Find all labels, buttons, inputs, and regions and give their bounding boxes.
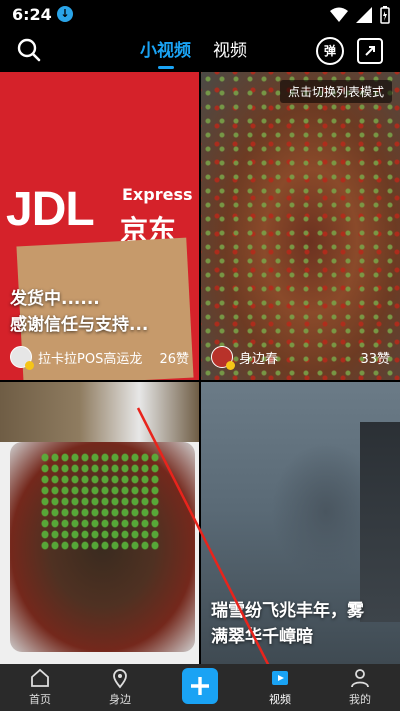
home-icon [31, 668, 49, 687]
card-title-line: 满翠华千嶂暗 [211, 627, 313, 647]
search-icon[interactable] [16, 37, 42, 63]
like-count: 26赞 [159, 351, 189, 367]
tab-video[interactable]: 视频 [213, 36, 247, 67]
nav-home[interactable]: 首页 [0, 664, 80, 711]
video-icon [272, 671, 288, 685]
dish-top [0, 382, 199, 442]
video-card[interactable]: 瑞雪纷飞兆丰年，雾 满翠华千嶂暗 [201, 382, 400, 664]
avatar[interactable] [211, 346, 235, 370]
tab-bar: 小视频 视频 [140, 36, 247, 69]
food-texture [201, 72, 400, 380]
card-title-line: 瑞雪纷飞兆丰年，雾 [211, 601, 364, 621]
nav-nearby[interactable]: 身边 [80, 664, 160, 711]
brand-express-text: Express [122, 185, 193, 204]
avatar[interactable] [10, 346, 34, 370]
author-name[interactable]: 拉卡拉POS高运龙 [38, 348, 153, 367]
nav-label: 视频 [269, 693, 291, 706]
bottom-nav: 首页 身边 视频 我的 [0, 664, 400, 711]
video-card[interactable] [0, 382, 199, 664]
author-name[interactable]: 身边春 [239, 348, 354, 367]
plus-icon [191, 677, 209, 695]
nav-profile[interactable]: 我的 [320, 664, 400, 711]
nav-publish[interactable] [160, 664, 240, 711]
nav-label: 首页 [29, 693, 51, 706]
card-meta: 拉卡拉POS高运龙 26赞 [10, 346, 189, 370]
food-texture [40, 452, 160, 552]
status-bar: 6:24 ↓ [0, 0, 400, 30]
switch-list-mode-tag[interactable]: 点击切换列表模式 [279, 80, 392, 103]
nav-label: 我的 [349, 693, 371, 706]
nav-label: 身边 [109, 693, 131, 706]
battery-icon [380, 6, 390, 24]
expand-icon[interactable] [357, 38, 383, 64]
card-title: 发货中...... 感谢信任与支持... [10, 286, 148, 338]
pavilion [360, 422, 400, 622]
video-card[interactable]: JDL Express 京东快 发货中...... 感谢信任与支持... 拉卡拉… [0, 72, 199, 380]
wifi-icon [330, 7, 348, 22]
verified-badge [25, 361, 34, 370]
profile-icon [351, 669, 369, 688]
danmu-button[interactable]: 弹 [316, 37, 344, 65]
status-time: 6:24 [12, 5, 52, 24]
download-icon: ↓ [57, 6, 73, 22]
verified-badge [226, 361, 235, 370]
card-title: 瑞雪纷飞兆丰年，雾 满翠华千嶂暗 [211, 598, 364, 650]
plus-button[interactable] [182, 668, 218, 704]
tab-short-video[interactable]: 小视频 [140, 36, 191, 69]
status-icons [330, 6, 390, 24]
video-card[interactable]: 点击切换列表模式 身边春 33赞 [201, 72, 400, 380]
card-title-line: 感谢信任与支持... [10, 315, 149, 335]
top-nav: 小视频 视频 弹 [0, 30, 400, 70]
card-meta: 身边春 33赞 [211, 346, 390, 370]
signal-icon [356, 7, 372, 23]
nav-video[interactable]: 视频 [240, 664, 320, 711]
like-count: 33赞 [360, 351, 390, 367]
brand-logo-text: JDL [6, 183, 95, 236]
card-title-line: 发货中...... [10, 289, 100, 309]
location-icon [113, 669, 127, 689]
